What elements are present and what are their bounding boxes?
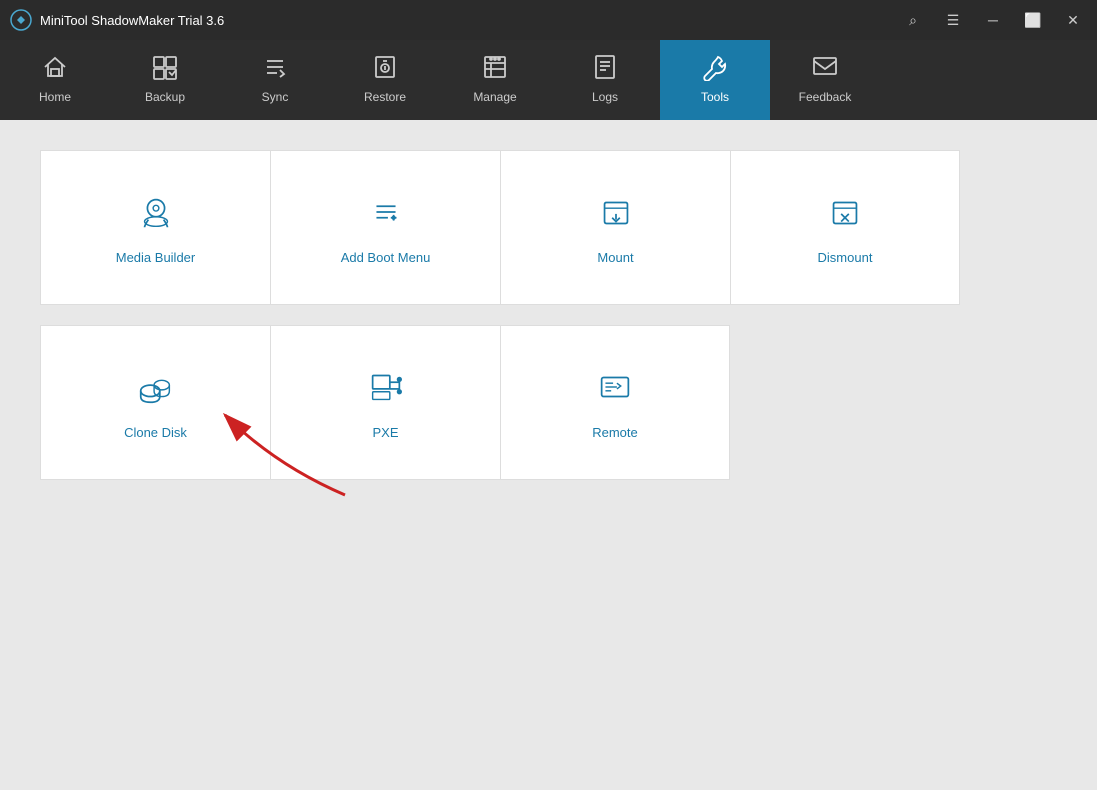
tools-row-1: Media Builder Add Boot Menu <box>40 150 1057 305</box>
nav-sync-label: Sync <box>262 90 289 104</box>
app-logo <box>10 9 32 31</box>
media-builder-icon <box>135 191 177 238</box>
nav-manage-label: Manage <box>473 90 516 104</box>
mount-icon <box>595 191 637 238</box>
home-icon <box>41 53 69 85</box>
titlebar: MiniTool ShadowMaker Trial 3.6 ⌕ ☰ ─ ⬜ ✕ <box>0 0 1097 40</box>
dismount-icon <box>824 191 866 238</box>
remote-icon <box>594 366 636 413</box>
nav-feedback[interactable]: Feedback <box>770 40 880 120</box>
search-button[interactable]: ⌕ <box>899 6 927 34</box>
manage-icon <box>481 53 509 85</box>
pxe-card[interactable]: PXE <box>270 325 500 480</box>
tools-row-2: Clone Disk PXE <box>40 325 1057 480</box>
dismount-card[interactable]: Dismount <box>730 150 960 305</box>
add-boot-menu-label: Add Boot Menu <box>341 250 431 265</box>
maximize-button[interactable]: ⬜ <box>1019 6 1047 34</box>
nav-tools-label: Tools <box>701 90 729 104</box>
remote-label: Remote <box>592 425 638 440</box>
nav-restore-label: Restore <box>364 90 406 104</box>
nav-manage[interactable]: Manage <box>440 40 550 120</box>
nav-logs[interactable]: Logs <box>550 40 660 120</box>
media-builder-label: Media Builder <box>116 250 196 265</box>
clone-disk-label: Clone Disk <box>124 425 187 440</box>
nav-sync[interactable]: Sync <box>220 40 330 120</box>
window-controls: ⌕ ☰ ─ ⬜ ✕ <box>899 6 1087 34</box>
clone-disk-icon <box>135 366 177 413</box>
sync-icon <box>261 53 289 85</box>
pxe-label: PXE <box>372 425 398 440</box>
app-title: MiniTool ShadowMaker Trial 3.6 <box>40 13 899 28</box>
pxe-icon <box>365 366 407 413</box>
clone-disk-card[interactable]: Clone Disk <box>40 325 270 480</box>
tools-icon <box>701 53 729 85</box>
mount-card[interactable]: Mount <box>500 150 730 305</box>
logs-icon <box>591 53 619 85</box>
add-boot-menu-card[interactable]: Add Boot Menu <box>270 150 500 305</box>
minimize-button[interactable]: ─ <box>979 6 1007 34</box>
mount-label: Mount <box>597 250 633 265</box>
nav-backup-label: Backup <box>145 90 185 104</box>
main-content: Media Builder Add Boot Menu <box>0 120 1097 790</box>
menu-button[interactable]: ☰ <box>939 6 967 34</box>
add-boot-menu-icon <box>365 191 407 238</box>
media-builder-card[interactable]: Media Builder <box>40 150 270 305</box>
backup-icon <box>151 53 179 85</box>
close-button[interactable]: ✕ <box>1059 6 1087 34</box>
feedback-icon <box>811 53 839 85</box>
nav-home[interactable]: Home <box>0 40 110 120</box>
nav-home-label: Home <box>39 90 71 104</box>
navbar: Home Backup Sync <box>0 40 1097 120</box>
nav-logs-label: Logs <box>592 90 618 104</box>
nav-backup[interactable]: Backup <box>110 40 220 120</box>
nav-feedback-label: Feedback <box>799 90 852 104</box>
nav-tools[interactable]: Tools <box>660 40 770 120</box>
dismount-label: Dismount <box>818 250 873 265</box>
remote-card[interactable]: Remote <box>500 325 730 480</box>
nav-restore[interactable]: Restore <box>330 40 440 120</box>
restore-icon <box>371 53 399 85</box>
